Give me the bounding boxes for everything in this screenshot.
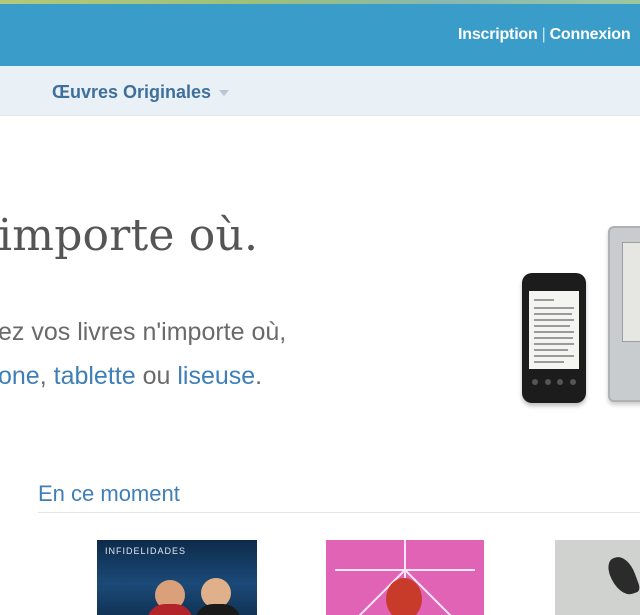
login-link[interactable]: Connexion xyxy=(550,26,631,43)
phone-link[interactable]: one xyxy=(0,362,40,390)
phone-buttons xyxy=(532,379,576,385)
ereader-illustration xyxy=(608,226,640,402)
tablet-link[interactable]: tablette xyxy=(54,362,136,390)
nav-bar: Œuvres Originales xyxy=(0,66,640,116)
signup-link[interactable]: Inscription xyxy=(458,26,538,43)
nav-item-original-works[interactable]: Œuvres Originales xyxy=(52,82,230,103)
section-divider xyxy=(38,512,640,513)
auth-links: Inscription | Connexion xyxy=(458,26,631,44)
hero-subtitle-line1: ez vos livres n'importe où, xyxy=(0,318,287,346)
hero-sep-1: , xyxy=(39,362,54,390)
hero-sep-2: ou xyxy=(135,362,178,390)
hero-end: . xyxy=(255,362,263,390)
book-cover-1[interactable]: INFIDELIDADES xyxy=(97,540,257,615)
nav-item-label: Œuvres Originales xyxy=(52,82,212,102)
smartphone-illustration xyxy=(522,273,586,403)
auth-separator: | xyxy=(541,26,546,43)
top-bar: Inscription | Connexion xyxy=(0,0,640,66)
hero-subtitle-line2: one, tablette ou liseuse. xyxy=(0,362,262,391)
ereader-screen xyxy=(622,242,640,342)
hero-title: importe où. xyxy=(0,210,259,261)
book-cover-3[interactable] xyxy=(555,540,640,615)
section-title-trending[interactable]: En ce moment xyxy=(38,481,180,507)
page: Inscription | Connexion Œuvres Originales … xyxy=(0,0,640,615)
top-stripe xyxy=(0,0,640,4)
phone-screen xyxy=(529,291,579,369)
book-cover-2[interactable] xyxy=(326,540,484,615)
book-cover-1-title: INFIDELIDADES xyxy=(105,546,187,556)
cover-figure xyxy=(386,578,422,615)
bird-icon xyxy=(604,553,640,599)
chevron-down-icon xyxy=(219,90,230,97)
ereader-link[interactable]: liseuse xyxy=(177,362,255,390)
